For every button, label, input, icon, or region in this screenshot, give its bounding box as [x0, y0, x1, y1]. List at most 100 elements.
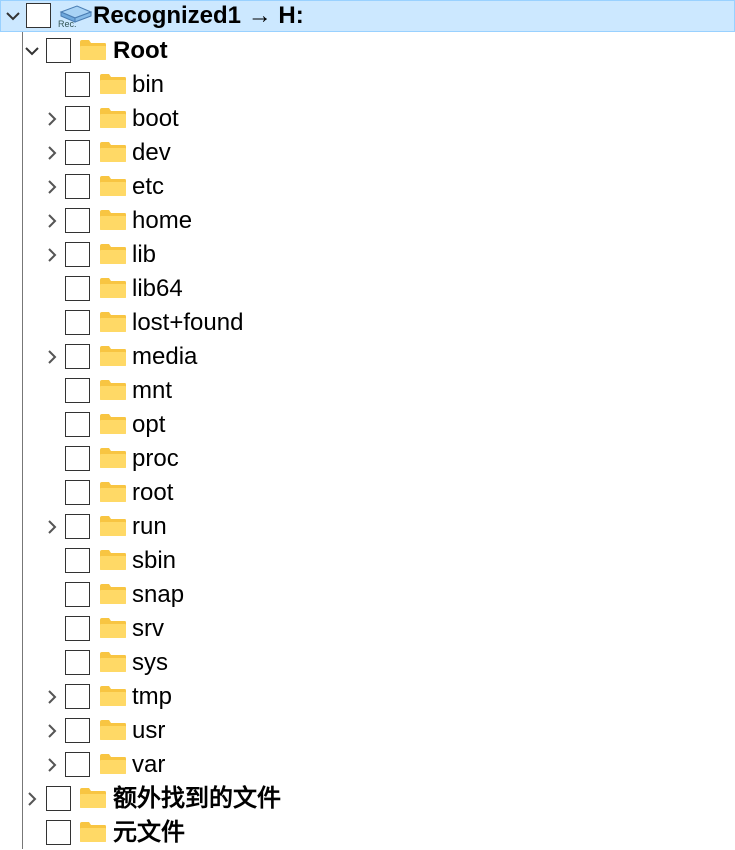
tree-item-folder[interactable]: sbin — [0, 544, 735, 578]
folder-icon — [99, 311, 127, 333]
tree-item-label: srv — [132, 615, 164, 642]
tree-checkbox[interactable] — [65, 548, 90, 573]
tree-checkbox[interactable] — [65, 140, 90, 165]
chevron-right-icon[interactable] — [44, 145, 60, 161]
tree-checkbox[interactable] — [46, 38, 71, 63]
tree-item-label: bin — [132, 71, 165, 98]
tree-item-folder[interactable]: opt — [0, 408, 735, 442]
tree-checkbox[interactable] — [65, 412, 90, 437]
tree-item-folder[interactable]: proc — [0, 442, 735, 476]
folder-icon — [99, 515, 127, 537]
tree-item-label: Root — [113, 37, 168, 64]
tree-checkbox[interactable] — [65, 514, 90, 539]
tree-item-label: 元文件 — [113, 819, 185, 846]
tree-checkbox[interactable] — [65, 344, 90, 369]
chevron-right-icon[interactable] — [44, 179, 60, 195]
tree-checkbox[interactable] — [46, 820, 71, 845]
tree-checkbox[interactable] — [65, 242, 90, 267]
chevron-right-icon[interactable] — [44, 349, 60, 365]
tree-checkbox[interactable] — [65, 72, 90, 97]
tree-checkbox[interactable] — [65, 718, 90, 743]
tree-item-folder[interactable]: usr — [0, 714, 735, 748]
tree-item-label: etc — [132, 173, 165, 200]
chevron-right-icon[interactable] — [44, 723, 60, 739]
tree-item-folder[interactable]: boot — [0, 102, 735, 136]
tree-checkbox[interactable] — [65, 650, 90, 675]
tree-item-folder[interactable]: mnt — [0, 374, 735, 408]
tree-item-label: sys — [132, 649, 168, 676]
folder-icon — [99, 209, 127, 231]
tree-checkbox[interactable] — [46, 786, 71, 811]
folder-icon — [99, 277, 127, 299]
tree-item-label: mnt — [132, 377, 173, 404]
tree-item-label: sbin — [132, 547, 177, 574]
tree-item-label: usr — [132, 717, 166, 744]
tree-item-folder[interactable]: tmp — [0, 680, 735, 714]
chevron-right-icon[interactable] — [44, 247, 60, 263]
tree-checkbox[interactable] — [65, 582, 90, 607]
tree-item-folder[interactable]: sys — [0, 646, 735, 680]
tree-checkbox[interactable] — [65, 446, 90, 471]
tree-item-label: home — [132, 207, 193, 234]
tree-checkbox[interactable] — [65, 616, 90, 641]
tree-checkbox[interactable] — [26, 3, 51, 28]
folder-icon — [99, 243, 127, 265]
tree-item-label: proc — [132, 445, 179, 472]
tree-item-folder[interactable]: bin — [0, 68, 735, 102]
chevron-down-icon[interactable] — [5, 8, 21, 24]
tree-checkbox[interactable] — [65, 378, 90, 403]
tree-item-label: run — [132, 513, 167, 540]
tree-item-recognized1[interactable]: Rec. Recognized1 → H: — [0, 0, 735, 32]
tree-checkbox[interactable] — [65, 752, 90, 777]
chevron-right-icon[interactable] — [44, 519, 60, 535]
folder-icon — [99, 753, 127, 775]
folder-icon — [79, 787, 107, 809]
tree-item-label: tmp — [132, 683, 173, 710]
folder-icon — [99, 379, 127, 401]
tree-item-folder[interactable]: lib — [0, 238, 735, 272]
tree-item-folder[interactable]: media — [0, 340, 735, 374]
tree-item-folder[interactable]: run — [0, 510, 735, 544]
tree-item-folder[interactable]: var — [0, 748, 735, 782]
folder-icon — [99, 719, 127, 741]
chevron-right-icon[interactable] — [44, 689, 60, 705]
tree-item-label: dev — [132, 139, 171, 166]
folder-icon — [99, 175, 127, 197]
folder-icon — [99, 549, 127, 571]
chevron-right-icon[interactable] — [44, 213, 60, 229]
tree-item-label: boot — [132, 105, 179, 132]
tree-item-extra-found-files[interactable]: 额外找到的文件 — [0, 782, 735, 816]
chevron-right-icon[interactable] — [24, 791, 40, 807]
chevron-right-icon[interactable] — [44, 757, 60, 773]
tree-item-folder[interactable]: lost+found — [0, 306, 735, 340]
tree-item-folder[interactable]: snap — [0, 578, 735, 612]
folder-icon — [99, 447, 127, 469]
chevron-down-icon[interactable] — [24, 43, 40, 59]
tree-item-folder[interactable]: srv — [0, 612, 735, 646]
tree-checkbox[interactable] — [65, 174, 90, 199]
tree-item-folder[interactable]: dev — [0, 136, 735, 170]
tree-checkbox[interactable] — [65, 106, 90, 131]
tree-item-folder[interactable]: lib64 — [0, 272, 735, 306]
tree-checkbox[interactable] — [65, 684, 90, 709]
tree-item-folder[interactable]: home — [0, 204, 735, 238]
folder-icon — [99, 651, 127, 673]
tree-item-label: lib64 — [132, 275, 183, 302]
tree-item-metafiles[interactable]: 元文件 — [0, 816, 735, 850]
tree-checkbox[interactable] — [65, 208, 90, 233]
chevron-right-icon[interactable] — [44, 111, 60, 127]
folder-icon — [99, 481, 127, 503]
tree-item-folder[interactable]: etc — [0, 170, 735, 204]
tree-item-label: media — [132, 343, 198, 370]
folder-icon — [99, 345, 127, 367]
tree-checkbox[interactable] — [65, 480, 90, 505]
tree-item-label: snap — [132, 581, 185, 608]
tree-item-label: root — [132, 479, 174, 506]
rec-badge: Rec. — [58, 19, 77, 29]
folder-icon — [79, 821, 107, 843]
tree-item-root[interactable]: Root — [0, 34, 735, 68]
tree-checkbox[interactable] — [65, 310, 90, 335]
tree-checkbox[interactable] — [65, 276, 90, 301]
tree-item-label: opt — [132, 411, 166, 438]
tree-item-folder[interactable]: root — [0, 476, 735, 510]
